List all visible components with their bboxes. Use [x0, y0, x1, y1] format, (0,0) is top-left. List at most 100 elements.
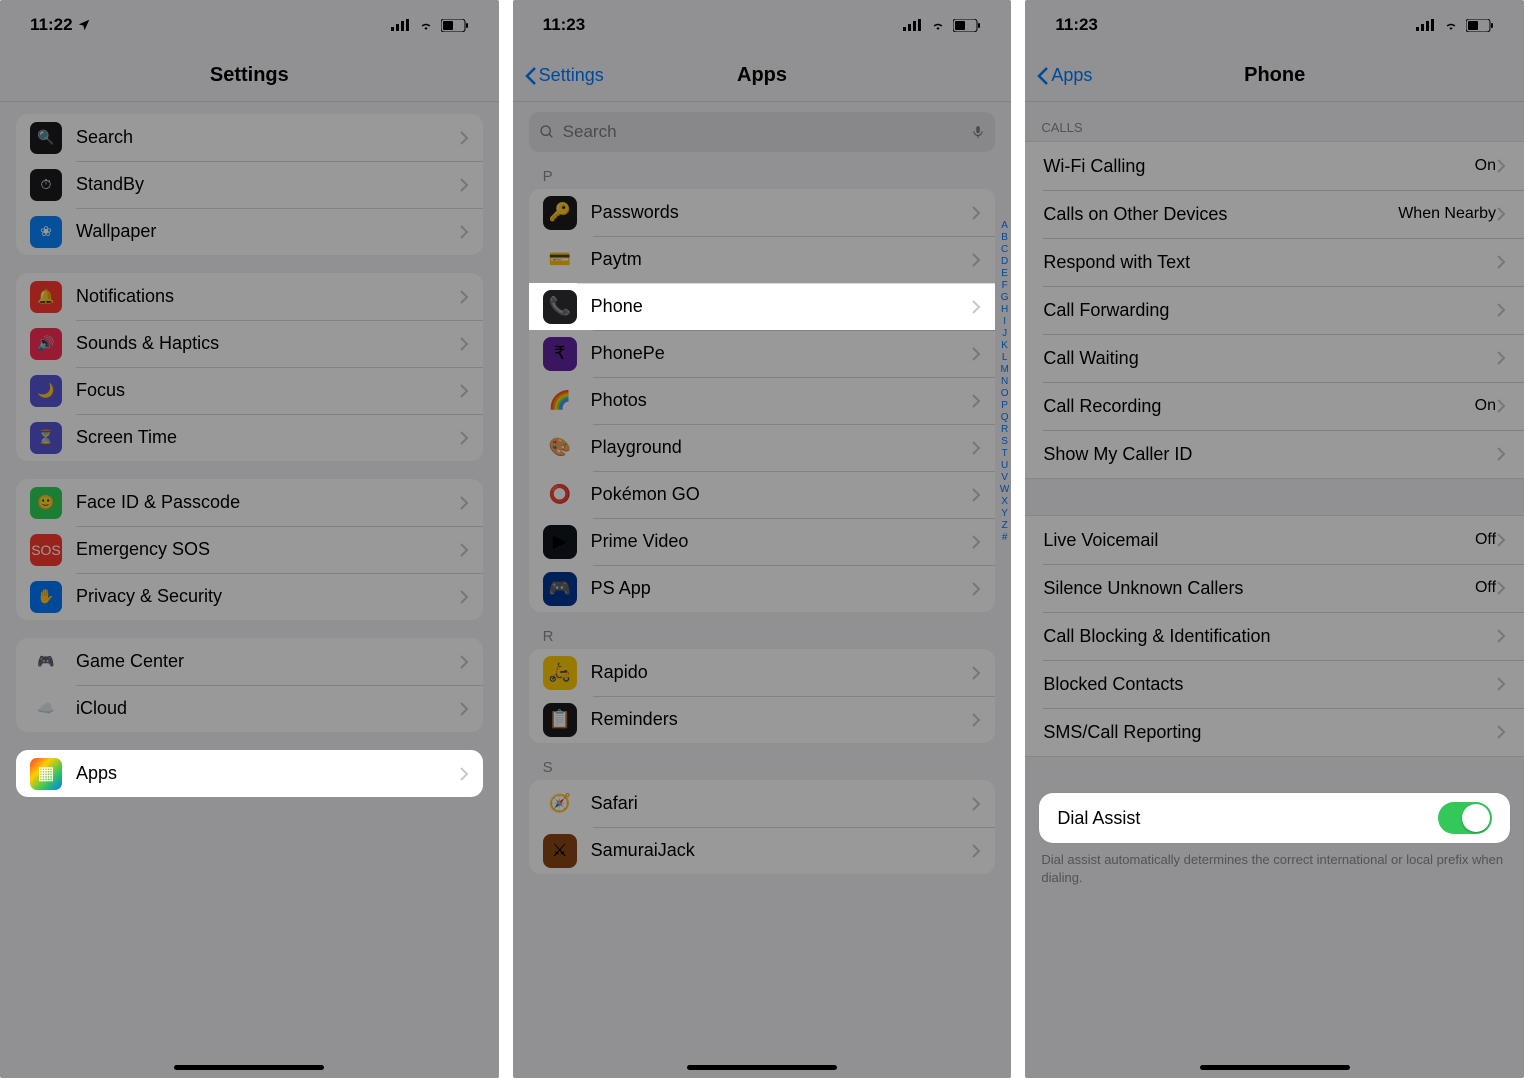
row-dial-assist[interactable]: Dial Assist [1039, 793, 1510, 843]
row-label: Screen Time [76, 427, 459, 448]
index-letter[interactable]: J [1000, 328, 1009, 340]
nav-bar: Settings [0, 50, 499, 102]
index-letter[interactable]: C [1000, 244, 1009, 256]
cellular-icon [1416, 19, 1436, 31]
index-letter[interactable]: R [1000, 424, 1009, 436]
app-row-pokemon-go[interactable]: ⭕Pokémon GO [529, 471, 996, 518]
index-letter[interactable]: W [1000, 484, 1009, 496]
row-call-recording[interactable]: Call RecordingOn [1025, 382, 1524, 430]
chevron-right-icon [1496, 724, 1506, 740]
search-placeholder: Search [563, 122, 964, 142]
app-row-samuraijack[interactable]: ⚔SamuraiJack [529, 827, 996, 874]
app-label: Rapido [591, 662, 972, 683]
index-letter[interactable]: I [1000, 316, 1009, 328]
chevron-right-icon [971, 299, 981, 315]
app-row-photos[interactable]: 🌈Photos [529, 377, 996, 424]
row-screen-time[interactable]: ⏳Screen Time [16, 414, 483, 461]
index-letter[interactable]: P [1000, 400, 1009, 412]
row-apps[interactable]: ▦ Apps [16, 750, 483, 797]
back-label: Settings [539, 65, 604, 86]
row-respond-with-text[interactable]: Respond with Text [1025, 238, 1524, 286]
index-letter[interactable]: M [1000, 364, 1009, 376]
app-label: PS App [591, 578, 972, 599]
index-letter[interactable]: N [1000, 376, 1009, 388]
app-row-phonepe[interactable]: ₹PhonePe [529, 330, 996, 377]
app-label: Photos [591, 390, 972, 411]
chevron-left-icon [1037, 66, 1049, 86]
chevron-right-icon [971, 487, 981, 503]
row-faceid-passcode[interactable]: 🙂Face ID & Passcode [16, 479, 483, 526]
row-sms-call-reporting[interactable]: SMS/Call Reporting [1025, 708, 1524, 756]
wallpaper-icon: ❀ [30, 216, 62, 248]
index-letter[interactable]: G [1000, 292, 1009, 304]
index-letter[interactable]: D [1000, 256, 1009, 268]
index-letter[interactable]: S [1000, 436, 1009, 448]
row-call-blocking[interactable]: Call Blocking & Identification [1025, 612, 1524, 660]
index-letter[interactable]: A [1000, 220, 1009, 232]
row-call-forwarding[interactable]: Call Forwarding [1025, 286, 1524, 334]
row-call-waiting[interactable]: Call Waiting [1025, 334, 1524, 382]
app-label: Paytm [591, 249, 972, 270]
row-label: Respond with Text [1043, 252, 1496, 273]
app-label: Prime Video [591, 531, 972, 552]
row-silence-unknown[interactable]: Silence Unknown CallersOff [1025, 564, 1524, 612]
chevron-right-icon [971, 581, 981, 597]
row-focus[interactable]: 🌙Focus [16, 367, 483, 414]
app-row-passwords[interactable]: 🔑Passwords [529, 189, 996, 236]
dial-assist-toggle[interactable] [1438, 802, 1492, 834]
row-wallpaper[interactable]: ❀ Wallpaper [16, 208, 483, 255]
app-row-safari[interactable]: 🧭Safari [529, 780, 996, 827]
row-label: Show My Caller ID [1043, 444, 1496, 465]
row-notifications[interactable]: 🔔Notifications [16, 273, 483, 320]
index-letter[interactable]: Q [1000, 412, 1009, 424]
chevron-right-icon [971, 796, 981, 812]
index-letter[interactable]: X [1000, 496, 1009, 508]
chevron-right-icon [971, 205, 981, 221]
row-emergency-sos[interactable]: SOSEmergency SOS [16, 526, 483, 573]
row-label: Wallpaper [76, 221, 459, 242]
row-standby[interactable]: ⏱StandBy [16, 161, 483, 208]
row-calls-other-devices[interactable]: Calls on Other DevicesWhen Nearby [1025, 190, 1524, 238]
index-letter[interactable]: V [1000, 472, 1009, 484]
index-letter[interactable]: E [1000, 268, 1009, 280]
app-row-phone[interactable]: 📞Phone [529, 283, 996, 330]
index-letter[interactable]: O [1000, 388, 1009, 400]
row-search[interactable]: 🔍Search [16, 114, 483, 161]
chevron-right-icon [1496, 302, 1506, 318]
app-row-playground[interactable]: 🎨Playground [529, 424, 996, 471]
index-letter[interactable]: T [1000, 448, 1009, 460]
cellular-icon [903, 19, 923, 31]
index-letter[interactable]: H [1000, 304, 1009, 316]
index-letter[interactable]: U [1000, 460, 1009, 472]
back-label: Apps [1051, 65, 1092, 86]
app-row-paytm[interactable]: 💳Paytm [529, 236, 996, 283]
phonepe-icon: ₹ [543, 337, 577, 371]
index-letter[interactable]: # [1000, 532, 1009, 544]
notifications-icon: 🔔 [30, 281, 62, 313]
row-label: Apps [76, 763, 459, 784]
app-row-ps-app[interactable]: 🎮PS App [529, 565, 996, 612]
index-letter[interactable]: B [1000, 232, 1009, 244]
index-letter[interactable]: Y [1000, 508, 1009, 520]
index-letter[interactable]: L [1000, 352, 1009, 364]
search-input[interactable]: Search [529, 112, 996, 152]
app-row-prime-video[interactable]: ▶Prime Video [529, 518, 996, 565]
row-live-voicemail[interactable]: Live VoicemailOff [1025, 516, 1524, 564]
row-sounds-haptics[interactable]: 🔊Sounds & Haptics [16, 320, 483, 367]
back-button[interactable]: Apps [1037, 65, 1092, 86]
app-row-rapido[interactable]: 🛵Rapido [529, 649, 996, 696]
row-game-center[interactable]: 🎮Game Center [16, 638, 483, 685]
row-icloud[interactable]: ☁️iCloud [16, 685, 483, 732]
app-row-reminders[interactable]: 📋Reminders [529, 696, 996, 743]
index-letter[interactable]: F [1000, 280, 1009, 292]
mic-icon[interactable] [971, 123, 985, 141]
row-privacy-security[interactable]: ✋Privacy & Security [16, 573, 483, 620]
row-show-caller-id[interactable]: Show My Caller ID [1025, 430, 1524, 478]
alpha-index[interactable]: ABCDEFGHIJKLMNOPQRSTUVWXYZ# [1000, 220, 1009, 544]
row-blocked-contacts[interactable]: Blocked Contacts [1025, 660, 1524, 708]
pokemon-go-icon: ⭕ [543, 478, 577, 512]
row-wifi-calling[interactable]: Wi-Fi CallingOn [1025, 142, 1524, 190]
index-letter[interactable]: Z [1000, 520, 1009, 532]
index-letter[interactable]: K [1000, 340, 1009, 352]
back-button[interactable]: Settings [525, 65, 604, 86]
